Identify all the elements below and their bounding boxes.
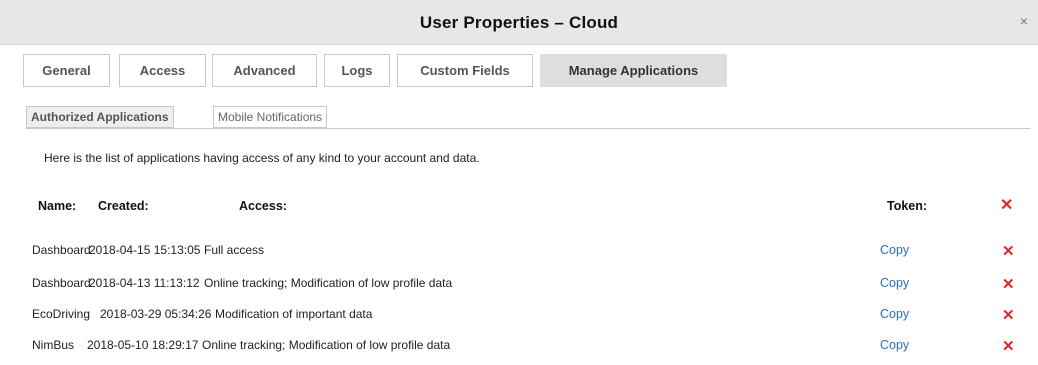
delete-icon[interactable]: ✕ [1002,277,1015,292]
delete-icon[interactable]: ✕ [1002,308,1015,323]
copy-token-link[interactable]: Copy [880,276,909,290]
dialog-title: User Properties – Cloud [419,13,619,32]
app-created: 2018-05-10 18:29:17 [87,338,199,352]
header-access: Access: [239,199,287,213]
close-icon[interactable]: × [1020,14,1028,28]
app-name: NimBus [32,338,75,352]
intro-text: Here is the list of applications having … [44,151,480,165]
app-access: Full access [204,243,265,257]
tab-general[interactable]: General [23,54,110,87]
app-name: Dashboard [32,276,91,290]
table-row: Dashboard 2018-04-15 15:13:05 Full acces… [0,243,1038,263]
app-created: 2018-03-29 05:34:26 [100,307,212,321]
tab-access[interactable]: Access [119,54,206,87]
table-row: EcoDriving 2018-03-29 05:34:26 Modificat… [0,307,1038,327]
tab-advanced[interactable]: Advanced [212,54,317,87]
delete-icon[interactable]: ✕ [1002,244,1015,259]
tab-custom-fields[interactable]: Custom Fields [397,54,533,87]
table-row: Dashboard 2018-04-13 11:13:12 Online tra… [0,276,1038,296]
app-created: 2018-04-13 11:13:12 [89,276,200,290]
tab-manage-applications[interactable]: Manage Applications [540,54,727,87]
table-row: NimBus 2018-05-10 18:29:17 Online tracki… [0,338,1038,358]
tab-logs[interactable]: Logs [324,54,390,87]
app-access: Modification of important data [215,307,373,321]
app-name: Dashboard [32,243,91,257]
copy-token-link[interactable]: Copy [880,307,909,321]
delete-icon[interactable]: ✕ [1002,339,1015,354]
app-created: 2018-04-15 15:13:05 [89,243,201,257]
subtab-mobile-notifications[interactable]: Mobile Notifications [213,106,328,128]
copy-token-link[interactable]: Copy [880,338,909,352]
app-access: Online tracking; Modification of low pro… [204,276,453,290]
header-name: Name: [38,199,77,213]
subtab-authorized-applications[interactable]: Authorized Applications [26,106,174,128]
header-created: Created: [98,199,149,213]
subtab-divider [26,128,1030,129]
header-token: Token: [887,199,928,213]
app-access: Online tracking; Modification of low pro… [202,338,451,352]
copy-token-link[interactable]: Copy [880,243,909,257]
dialog-titlebar: User Properties – Cloud × [0,0,1038,45]
revoke-all-icon[interactable]: ✕ [1000,198,1013,214]
app-name: EcoDriving [32,307,91,321]
